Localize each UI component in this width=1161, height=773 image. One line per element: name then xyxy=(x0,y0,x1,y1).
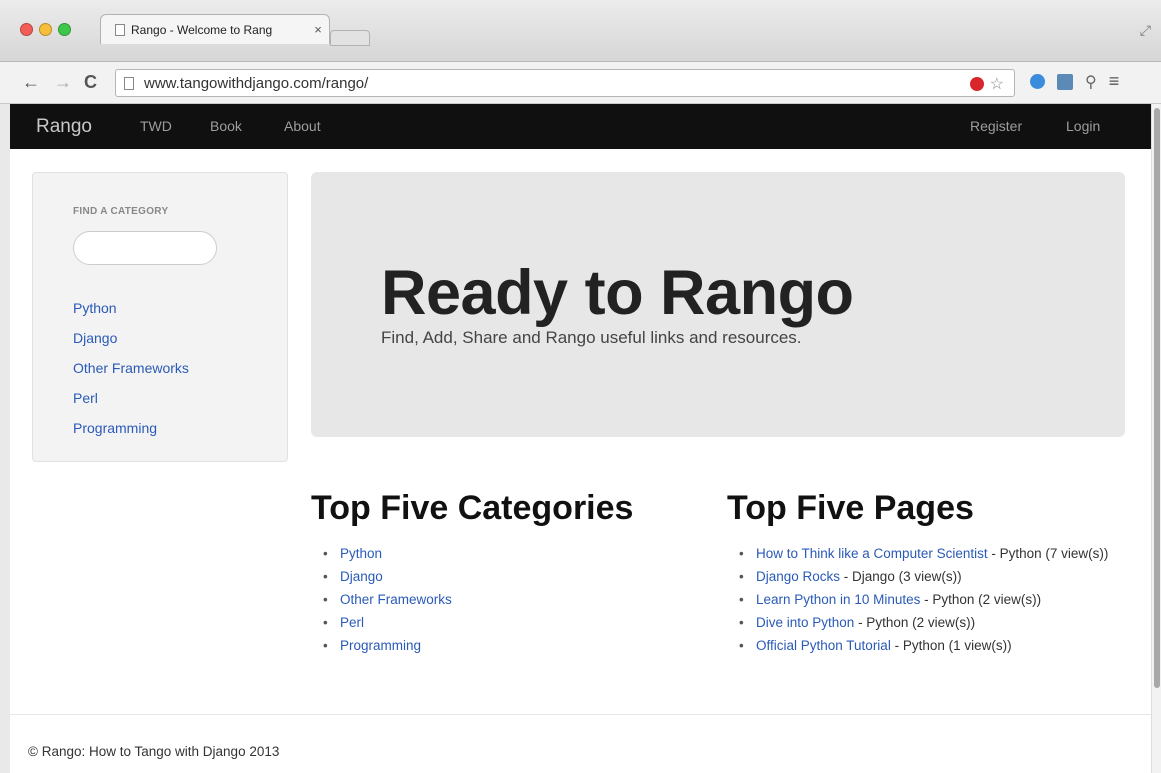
top-pages-list: How to Think like a Computer Scientist -… xyxy=(727,542,1137,657)
maximize-window-button[interactable] xyxy=(58,23,71,36)
web-page: Rango TWD Book About Register Login FIND… xyxy=(10,104,1151,773)
browser-tab[interactable]: Rango - Welcome to Rang × xyxy=(100,14,330,44)
footer-divider xyxy=(10,714,1151,715)
hero-subtitle: Find, Add, Share and Rango useful links … xyxy=(381,328,802,347)
nav-link-about[interactable]: About xyxy=(284,118,321,134)
location-pin-icon[interactable]: ⚲ xyxy=(1085,72,1097,92)
category-search-input[interactable] xyxy=(73,231,217,265)
fullscreen-icon[interactable]: ⤢ xyxy=(1140,22,1151,39)
category-link[interactable]: Other Frameworks xyxy=(340,592,452,607)
list-item: Learn Python in 10 Minutes - Python (2 v… xyxy=(739,588,1137,611)
sidebar-category-other-frameworks[interactable]: Other Frameworks xyxy=(73,353,189,383)
browser-toolbar: ← → C www.tangowithdjango.com/rango/ ☆ ⚲… xyxy=(0,62,1161,104)
list-item: Django Rocks - Django (3 view(s)) xyxy=(739,565,1137,588)
page-link[interactable]: How to Think like a Computer Scientist xyxy=(756,546,988,561)
sidebar-category-perl[interactable]: Perl xyxy=(73,383,189,413)
sidebar-category-django[interactable]: Django xyxy=(73,323,189,353)
minimize-window-button[interactable] xyxy=(39,23,52,36)
list-item: Official Python Tutorial - Python (1 vie… xyxy=(739,634,1137,657)
page-meta: - Django (3 view(s)) xyxy=(840,569,962,584)
bookmark-star-icon[interactable]: ☆ xyxy=(990,74,1004,94)
back-arrow-icon[interactable]: ← xyxy=(22,73,40,91)
nav-link-book[interactable]: Book xyxy=(210,118,242,134)
screenshot-extension-icon[interactable] xyxy=(1057,73,1073,90)
reload-icon[interactable]: C xyxy=(84,73,97,91)
url-text: www.tangowithdjango.com/rango/ xyxy=(144,74,369,92)
browser-titlebar: Rango - Welcome to Rang × ⤢ xyxy=(0,0,1161,62)
category-link[interactable]: Python xyxy=(340,546,382,561)
top-categories-heading: Top Five Categories xyxy=(311,489,634,527)
sidebar-category-programming[interactable]: Programming xyxy=(73,413,189,443)
scrollbar-thumb[interactable] xyxy=(1154,108,1160,688)
nav-link-login[interactable]: Login xyxy=(1066,118,1100,134)
tab-title: Rango - Welcome to Rang xyxy=(131,22,273,37)
page-icon xyxy=(124,76,134,90)
scrollbar[interactable] xyxy=(1151,104,1161,773)
category-link[interactable]: Perl xyxy=(340,615,364,630)
list-item: Programming xyxy=(323,634,701,657)
page-link[interactable]: Django Rocks xyxy=(756,569,840,584)
new-tab-button[interactable] xyxy=(330,30,370,46)
window-controls xyxy=(20,23,71,36)
close-window-button[interactable] xyxy=(20,23,33,36)
sidebar-category-list: Python Django Other Frameworks Perl Prog… xyxy=(73,293,189,443)
category-link[interactable]: Programming xyxy=(340,638,421,653)
address-bar[interactable]: www.tangowithdjango.com/rango/ ☆ xyxy=(115,69,1015,97)
sidebar-category-python[interactable]: Python xyxy=(73,293,189,323)
top-categories-section: Top Five Categories Python Django Other … xyxy=(311,489,701,657)
page-meta: - Python (2 view(s)) xyxy=(854,615,976,630)
top-pages-section: Top Five Pages How to Think like a Compu… xyxy=(727,489,1137,657)
navbar-brand[interactable]: Rango xyxy=(36,116,92,138)
hero-banner: Ready to Rango Find, Add, Share and Rang… xyxy=(311,172,1125,437)
page-meta: - Python (7 view(s)) xyxy=(987,546,1109,561)
page-icon xyxy=(115,23,125,36)
list-item: Perl xyxy=(323,611,701,634)
list-item: Dive into Python - Python (2 view(s)) xyxy=(739,611,1137,634)
footer-text: © Rango: How to Tango with Django 2013 xyxy=(28,744,280,759)
list-item: How to Think like a Computer Scientist -… xyxy=(739,542,1137,565)
page-link[interactable]: Learn Python in 10 Minutes xyxy=(756,592,920,607)
hero-title: Ready to Rango xyxy=(381,258,854,328)
site-navbar: Rango TWD Book About Register Login xyxy=(10,104,1151,149)
extension-icon[interactable] xyxy=(1030,74,1045,89)
list-item: Python xyxy=(323,542,701,565)
sidebar: FIND A CATEGORY Python Django Other Fram… xyxy=(32,172,288,462)
adblock-icon[interactable] xyxy=(969,77,984,91)
page-meta: - Python (2 view(s)) xyxy=(920,592,1042,607)
page-link[interactable]: Official Python Tutorial xyxy=(756,638,891,653)
find-category-label: FIND A CATEGORY xyxy=(73,206,169,217)
window-edge xyxy=(0,104,10,773)
forward-arrow-icon[interactable]: → xyxy=(54,73,72,91)
menu-icon[interactable]: ≡ xyxy=(1109,71,1120,92)
category-link[interactable]: Django xyxy=(340,569,383,584)
top-pages-heading: Top Five Pages xyxy=(727,489,974,527)
nav-link-twd[interactable]: TWD xyxy=(140,118,172,134)
tab-close-icon[interactable]: × xyxy=(307,22,329,37)
list-item: Other Frameworks xyxy=(323,588,701,611)
list-item: Django xyxy=(323,565,701,588)
page-link[interactable]: Dive into Python xyxy=(756,615,854,630)
page-meta: - Python (1 view(s)) xyxy=(890,638,1012,653)
nav-link-register[interactable]: Register xyxy=(970,118,1022,134)
top-categories-list: Python Django Other Frameworks Perl Prog… xyxy=(311,542,701,657)
